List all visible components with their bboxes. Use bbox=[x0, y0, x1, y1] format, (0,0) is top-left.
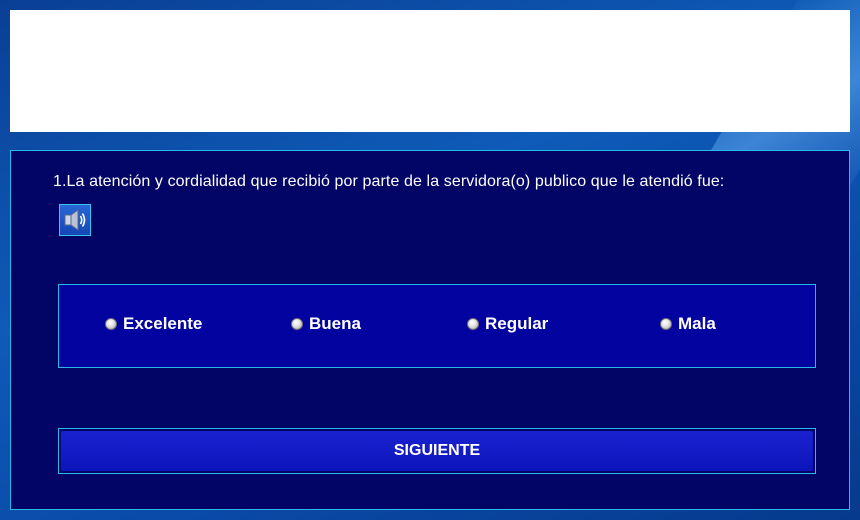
radio-buena[interactable] bbox=[291, 318, 303, 330]
option-label: Mala bbox=[678, 314, 716, 333]
option-excelente[interactable]: Excelente bbox=[105, 314, 202, 334]
option-label: Regular bbox=[485, 314, 549, 333]
option-buena[interactable]: Buena bbox=[291, 314, 361, 334]
play-audio-button[interactable] bbox=[59, 204, 91, 236]
speaker-icon bbox=[64, 209, 86, 231]
header-banner bbox=[10, 10, 850, 132]
radio-mala[interactable] bbox=[660, 318, 672, 330]
answer-options-group: Excelente Buena Regular Mala bbox=[58, 284, 816, 368]
option-label: Buena bbox=[309, 314, 361, 333]
survey-panel: 1.La atención y cordialidad que recibió … bbox=[10, 150, 850, 510]
option-mala[interactable]: Mala bbox=[660, 314, 716, 334]
option-regular[interactable]: Regular bbox=[467, 314, 548, 334]
option-label: Excelente bbox=[123, 314, 203, 333]
next-button-label: SIGUIENTE bbox=[61, 431, 813, 471]
radio-regular[interactable] bbox=[467, 318, 479, 330]
radio-excelente[interactable] bbox=[105, 318, 117, 330]
question-text: 1.La atención y cordialidad que recibió … bbox=[53, 173, 725, 190]
next-button[interactable]: SIGUIENTE bbox=[58, 428, 816, 474]
